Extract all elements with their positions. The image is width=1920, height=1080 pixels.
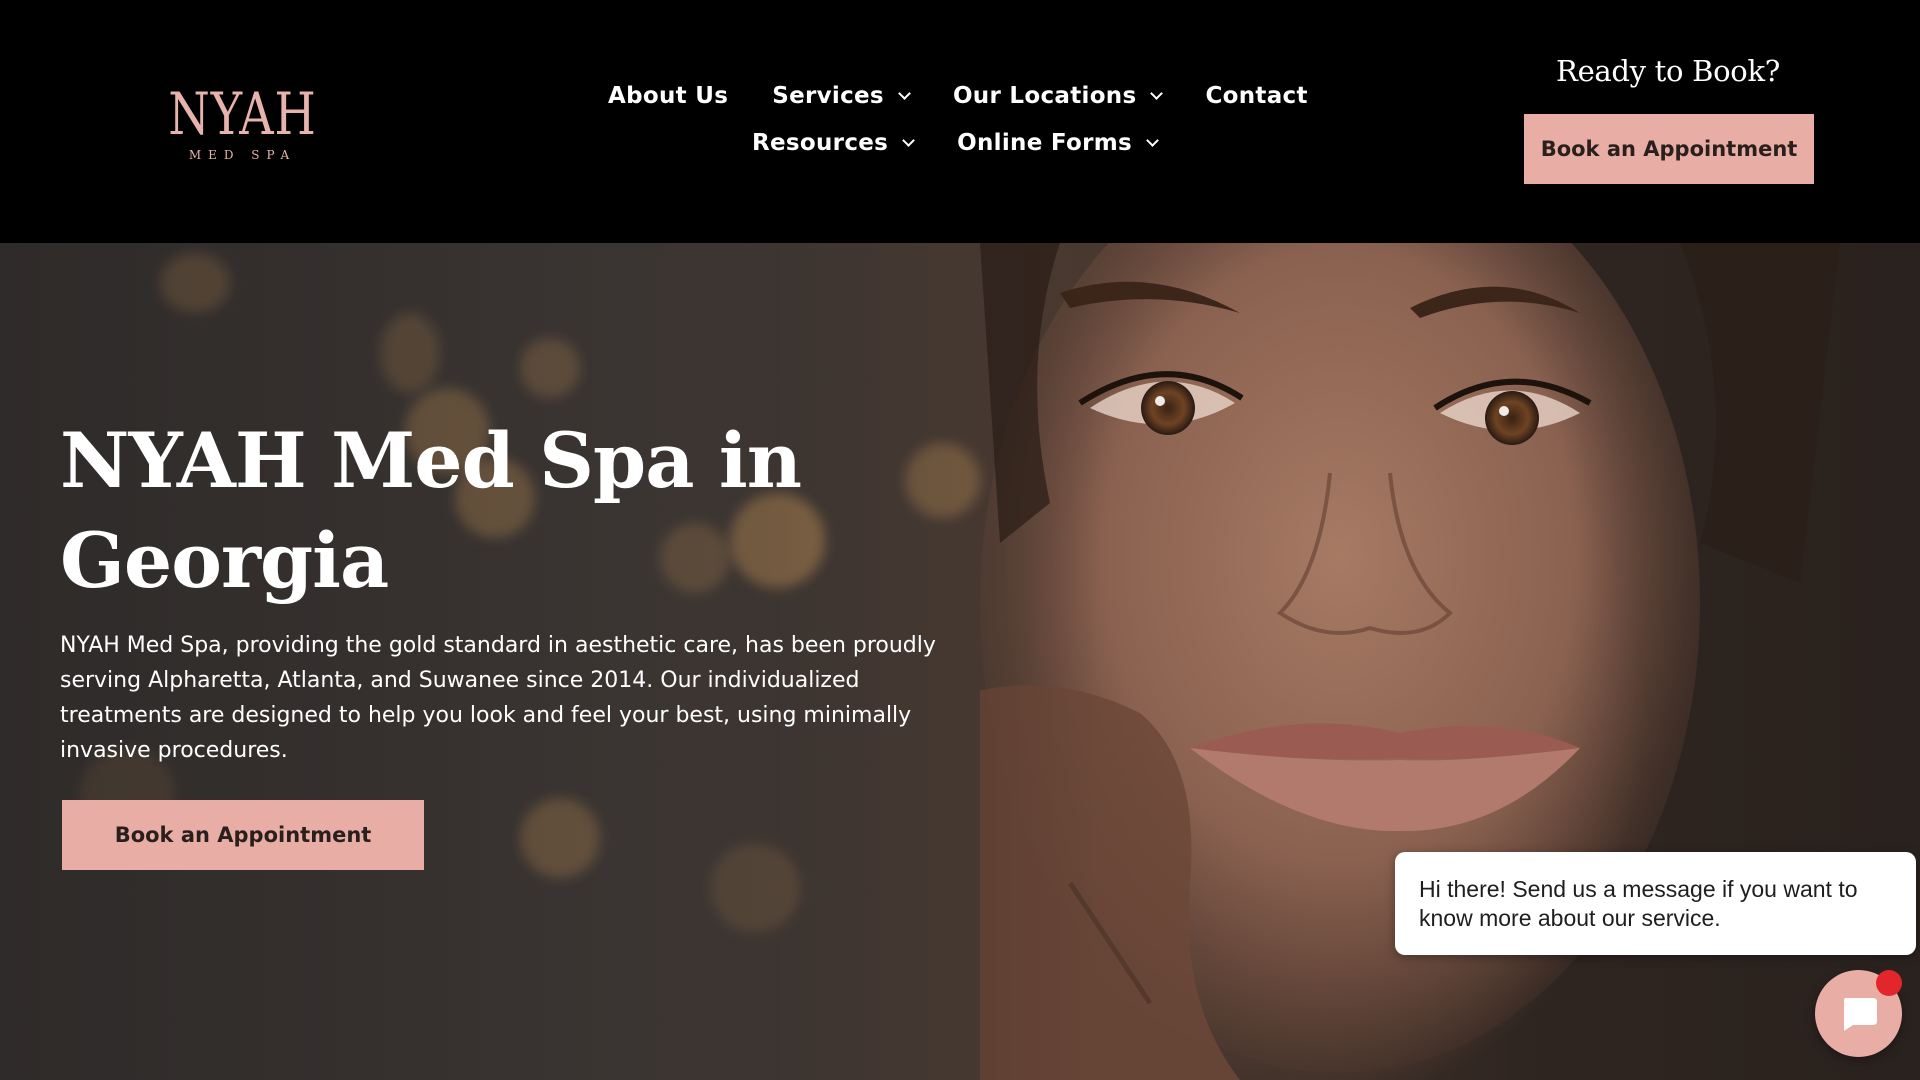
- chevron-down-icon: [898, 86, 911, 100]
- nav-item-label: Contact: [1205, 83, 1308, 109]
- chat-icon: [1843, 997, 1877, 1031]
- chevron-down-icon: [1146, 133, 1159, 147]
- nav-item-resources[interactable]: Resources: [752, 130, 916, 156]
- hero-book-appointment-button[interactable]: Book an Appointment: [62, 800, 424, 870]
- chat-greeting-text: Hi there! Send us a message if you want …: [1419, 876, 1858, 931]
- nav-item-label: Our Locations: [952, 83, 1137, 109]
- nav-item-label: Services: [772, 83, 884, 109]
- logo-subtitle: MED SPA: [188, 148, 297, 162]
- nav-item-about-us[interactable]: About Us: [608, 83, 728, 109]
- chevron-down-icon: [1150, 86, 1164, 100]
- hero-description: NYAH Med Spa, providing the gold standar…: [60, 633, 936, 763]
- chevron-down-icon: [902, 133, 916, 147]
- hero-title: NYAH Med Spa in Georgia: [60, 416, 802, 605]
- nav-item-label: Online Forms: [957, 130, 1132, 156]
- header-book-appointment-button[interactable]: Book an Appointment: [1524, 114, 1814, 184]
- nav-item-services[interactable]: Services: [772, 83, 911, 109]
- nav-row-primary: About Us Services Our Locations Contact: [608, 79, 1308, 113]
- nav-item-label: About Us: [608, 83, 729, 109]
- site-header: NYAH MED SPA About Us Services Our Locat…: [0, 0, 1920, 243]
- nav-row-secondary: Resources Online Forms: [752, 126, 1159, 160]
- nav-item-our-locations[interactable]: Our Locations: [952, 83, 1164, 109]
- logo-wordmark: NYAH: [168, 80, 317, 148]
- nav-item-label: Resources: [752, 130, 889, 156]
- chat-greeting-bubble[interactable]: Hi there! Send us a message if you want …: [1395, 852, 1916, 955]
- nav-item-contact[interactable]: Contact: [1205, 83, 1307, 109]
- unread-badge: [1876, 970, 1902, 996]
- nav-item-online-forms[interactable]: Online Forms: [957, 130, 1159, 156]
- logo[interactable]: NYAH MED SPA: [150, 82, 335, 172]
- ready-to-book-heading: Ready to Book?: [1556, 54, 1780, 88]
